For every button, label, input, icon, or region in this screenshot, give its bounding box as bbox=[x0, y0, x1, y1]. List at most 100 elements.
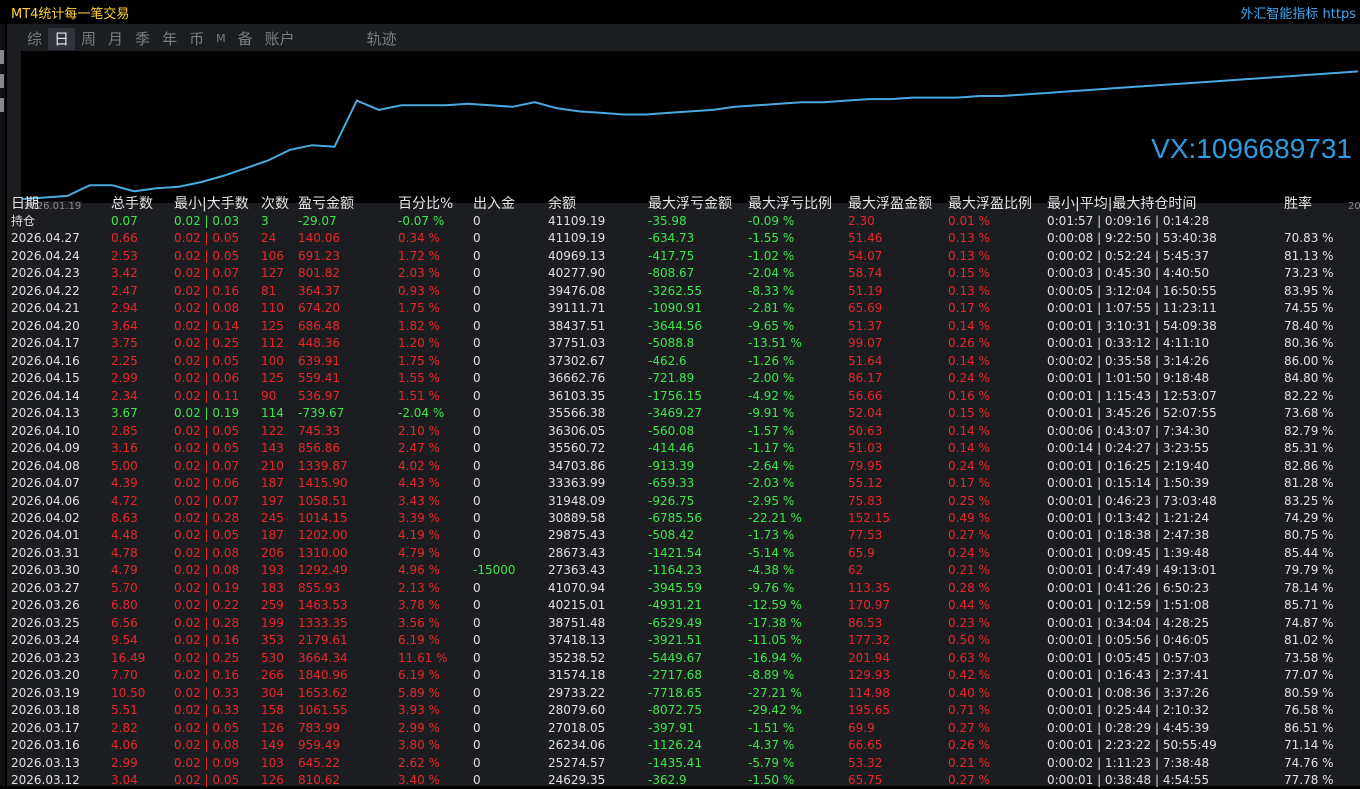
column-header[interactable]: 最大浮盈比例 bbox=[948, 195, 1032, 213]
table-cell: 2026.04.17 bbox=[11, 336, 80, 351]
table-row[interactable]: 2026.04.16 2.25 0.02 | 0.05 100 639.91 1.75 %… bbox=[11, 353, 1360, 370]
table-cell: 0.21 % bbox=[948, 563, 990, 578]
table-cell: 24 bbox=[261, 231, 277, 246]
tab-overview[interactable]: 综 bbox=[21, 28, 48, 50]
table-cell: 62 bbox=[848, 563, 864, 578]
table-cell: 0 bbox=[473, 510, 481, 525]
table-row[interactable]: 2026.03.31 4.78 0.02 | 0.08 206 1310.00 4.79 … bbox=[11, 545, 1360, 562]
tab-quarter[interactable]: 季 bbox=[129, 28, 156, 50]
column-header[interactable]: 最小|平均|最大持仓时间 bbox=[1047, 195, 1196, 213]
table-cell: 0.49 % bbox=[948, 510, 990, 525]
table-row[interactable]: 2026.03.13 2.99 0.02 | 0.09 103 645.22 2.62 %… bbox=[11, 755, 1360, 772]
tab-month[interactable]: 月 bbox=[102, 28, 129, 50]
table-row[interactable]: 2026.04.17 3.75 0.02 | 0.25 112 448.36 1.20 %… bbox=[11, 335, 1360, 352]
table-row[interactable]: 2026.04.27 0.66 0.02 | 0.05 24 140.06 0.34 % 0… bbox=[11, 230, 1360, 247]
table-row[interactable]: 2026.04.21 2.94 0.02 | 0.08 110 674.20 1.75 %… bbox=[11, 300, 1360, 317]
column-header[interactable]: 最大浮亏金额 bbox=[648, 195, 732, 213]
table-row[interactable]: 2026.04.06 4.72 0.02 | 0.07 197 1058.51 3.43 … bbox=[11, 493, 1360, 510]
column-header[interactable]: 总手数 bbox=[111, 195, 153, 213]
table-cell: 0.02 | 0.19 bbox=[174, 580, 240, 595]
table-cell: 4.78 bbox=[111, 545, 138, 560]
table-row[interactable]: 2026.04.01 4.48 0.02 | 0.05 187 1202.00 4.19 … bbox=[11, 527, 1360, 544]
column-header[interactable]: 余额 bbox=[548, 195, 576, 213]
table-row[interactable]: 2026.03.26 6.80 0.02 | 0.22 259 1463.53 3.78 … bbox=[11, 597, 1360, 614]
app-title: MT4统计每一笔交易 bbox=[11, 7, 130, 22]
table-row[interactable]: 2026.03.25 6.56 0.02 | 0.28 199 1333.35 3.56 … bbox=[11, 615, 1360, 632]
column-header[interactable]: 胜率 bbox=[1284, 195, 1312, 213]
table-cell: 41070.94 bbox=[548, 580, 606, 595]
table-cell: 0.40 % bbox=[948, 685, 990, 700]
column-header[interactable]: 盈亏金额 bbox=[298, 195, 354, 213]
table-cell: -3945.59 bbox=[648, 580, 702, 595]
table-cell: 1415.90 bbox=[298, 476, 348, 491]
table-row[interactable]: 2026.03.18 5.51 0.02 | 0.33 158 1061.55 3.93 … bbox=[11, 702, 1360, 719]
table-cell: 0 bbox=[473, 650, 481, 665]
column-header[interactable]: 次数 bbox=[261, 195, 289, 213]
table-row[interactable]: 2026.04.08 5.00 0.02 | 0.07 210 1339.87 4.02 … bbox=[11, 458, 1360, 475]
table-row[interactable]: 2026.03.12 3.04 0.02 | 0.05 126 810.62 3.40 %… bbox=[11, 772, 1360, 789]
table-cell: 2.47 bbox=[111, 283, 138, 298]
table-cell: -3644.56 bbox=[648, 318, 702, 333]
tab-track[interactable]: 轨迹 bbox=[361, 28, 403, 50]
table-cell: 2.82 bbox=[111, 720, 138, 735]
table-cell: 0:00:01 | 0:33:12 | 4:11:10 bbox=[1047, 336, 1210, 351]
column-header[interactable]: 最大浮亏比例 bbox=[748, 195, 832, 213]
table-cell: 74.55 % bbox=[1284, 301, 1334, 316]
table-cell: 16.49 bbox=[111, 650, 146, 665]
table-cell: 114.98 bbox=[848, 685, 890, 700]
table-row[interactable]: 2026.03.16 4.06 0.02 | 0.08 149 959.49 3.80 %… bbox=[11, 737, 1360, 754]
table-row[interactable]: 2026.03.30 4.79 0.02 | 0.08 193 1292.49 4.96 … bbox=[11, 562, 1360, 579]
table-row[interactable]: 持仓 0.07 0.02 | 0.03 3 -29.07 -0.07 % 0 41109.19… bbox=[11, 213, 1360, 230]
table-cell: 2026.03.31 bbox=[11, 545, 80, 560]
table-row[interactable]: 2026.04.09 3.16 0.02 | 0.05 143 856.86 2.47 %… bbox=[11, 440, 1360, 457]
tab-year[interactable]: 年 bbox=[156, 28, 183, 50]
table-cell: 4.02 % bbox=[398, 458, 440, 473]
table-row[interactable]: 2026.03.27 5.70 0.02 | 0.19 183 855.93 2.13 %… bbox=[11, 580, 1360, 597]
brand-link[interactable]: 外汇智能指标 https bbox=[1240, 3, 1356, 22]
table-cell: 2026.04.15 bbox=[11, 371, 80, 386]
table-row[interactable]: 2026.04.14 2.34 0.02 | 0.11 90 536.97 1.51 % 0… bbox=[11, 388, 1360, 405]
table-row[interactable]: 2026.03.17 2.82 0.02 | 0.05 126 783.99 2.99 %… bbox=[11, 720, 1360, 737]
table-row[interactable]: 2026.04.02 8.63 0.02 | 0.28 245 1014.15 3.39 … bbox=[11, 510, 1360, 527]
table-cell: 8.63 bbox=[111, 510, 138, 525]
table-cell: 0.02 | 0.16 bbox=[174, 633, 240, 648]
tab-symbol[interactable]: 币 bbox=[183, 28, 210, 50]
table-cell: 127 bbox=[261, 266, 284, 281]
table-row[interactable]: 2026.03.19 10.50 0.02 | 0.33 304 1653.62 5.89… bbox=[11, 685, 1360, 702]
table-cell: 0.02 | 0.05 bbox=[174, 528, 240, 543]
tab-m[interactable]: M bbox=[210, 28, 232, 50]
table-cell: 100 bbox=[261, 353, 284, 368]
tab-account[interactable]: 账户 bbox=[259, 28, 301, 50]
table-cell: 4.19 % bbox=[398, 528, 440, 543]
column-header[interactable]: 百分比% bbox=[398, 195, 453, 213]
table-row[interactable]: 2026.04.22 2.47 0.02 | 0.16 81 364.37 0.93 % 0… bbox=[11, 283, 1360, 300]
tab-note[interactable]: 备 bbox=[232, 28, 259, 50]
tab-week[interactable]: 周 bbox=[75, 28, 102, 50]
table-cell: 30889.58 bbox=[548, 510, 606, 525]
table-cell: 0 bbox=[473, 720, 481, 735]
table-cell: -808.67 bbox=[648, 266, 695, 281]
table-row[interactable]: 2026.04.23 3.42 0.02 | 0.07 127 801.82 2.03 %… bbox=[11, 265, 1360, 282]
table-row[interactable]: 2026.03.20 7.70 0.02 | 0.16 266 1840.96 6.19 … bbox=[11, 667, 1360, 684]
table-row[interactable]: 2026.03.24 9.54 0.02 | 0.16 353 2179.61 6.19 … bbox=[11, 632, 1360, 649]
table-cell: 0 bbox=[473, 598, 481, 613]
table-cell: 2026.04.23 bbox=[11, 266, 80, 281]
table-cell: 2.99 bbox=[111, 755, 138, 770]
column-header[interactable]: 出入金 bbox=[473, 195, 515, 213]
table-row[interactable]: 2026.04.07 4.39 0.02 | 0.06 187 1415.90 4.43 … bbox=[11, 475, 1360, 492]
table-row[interactable]: 2026.04.13 3.67 0.02 | 0.19 114 -739.67 -2.04… bbox=[11, 405, 1360, 422]
table-row[interactable]: 2026.04.24 2.53 0.02 | 0.05 106 691.23 1.72 %… bbox=[11, 248, 1360, 265]
table-cell: 0.02 | 0.08 bbox=[174, 738, 240, 753]
column-header[interactable]: 日期 bbox=[11, 195, 39, 213]
tab-day[interactable]: 日 bbox=[48, 28, 76, 50]
table-cell: 55.12 bbox=[848, 476, 883, 491]
table-row[interactable]: 2026.04.20 3.64 0.02 | 0.14 125 686.48 1.82 %… bbox=[11, 318, 1360, 335]
table-row[interactable]: 2026.03.23 16.49 0.02 | 0.25 530 3664.34 11.6… bbox=[11, 650, 1360, 667]
column-header[interactable]: 最小|大手数 bbox=[174, 195, 249, 213]
table-row[interactable]: 2026.04.10 2.85 0.02 | 0.05 122 745.33 2.10 %… bbox=[11, 423, 1360, 440]
table-cell: 0:00:01 | 0:18:38 | 2:47:38 bbox=[1047, 528, 1210, 543]
column-header[interactable]: 最大浮盈金额 bbox=[848, 195, 932, 213]
table-cell: -9.91 % bbox=[748, 406, 795, 421]
table-cell: 0:00:01 | 3:10:31 | 54:09:38 bbox=[1047, 318, 1217, 333]
table-row[interactable]: 2026.04.15 2.99 0.02 | 0.06 125 559.41 1.55 %… bbox=[11, 370, 1360, 387]
